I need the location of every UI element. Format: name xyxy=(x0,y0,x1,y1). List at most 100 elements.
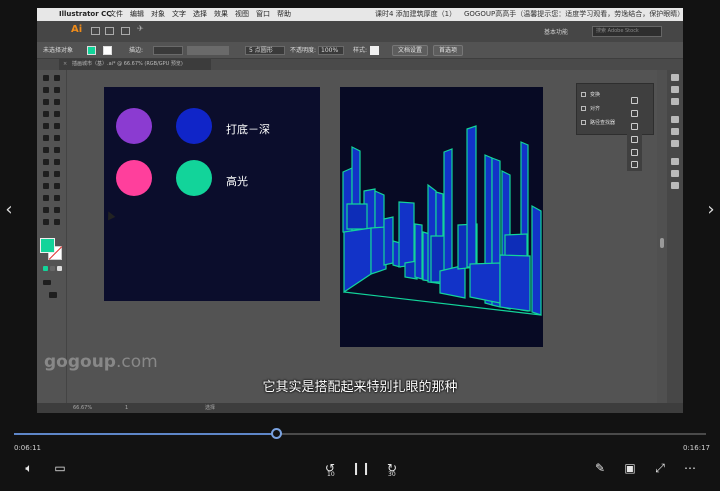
progress-handle[interactable] xyxy=(270,428,282,439)
panel-item-align[interactable]: 对齐 xyxy=(581,104,625,114)
menu-object[interactable]: 对象 xyxy=(151,8,165,21)
paintbrush-tool-icon[interactable] xyxy=(54,123,60,129)
stroke-panel-icon[interactable] xyxy=(671,140,679,147)
symbol-sprayer-tool-icon[interactable] xyxy=(54,207,60,213)
transparency-panel-icon[interactable] xyxy=(671,170,679,177)
curvature-tool-icon[interactable] xyxy=(54,99,60,105)
more-options-icon[interactable]: ⋯ xyxy=(681,459,699,477)
document-setup-button[interactable]: 文档设置 xyxy=(392,45,429,56)
next-arrow-icon[interactable]: › xyxy=(705,201,717,219)
direct-selection-tool-icon[interactable] xyxy=(54,75,60,81)
line-tool-icon[interactable] xyxy=(54,111,60,117)
gradient-mode-icon[interactable] xyxy=(50,266,55,271)
fullscreen-icon[interactable]: ⤢ xyxy=(651,459,669,477)
layers-icon[interactable] xyxy=(631,149,638,156)
vertical-scrollbar[interactable] xyxy=(657,70,667,403)
menu-window[interactable]: 窗口 xyxy=(256,8,270,21)
libraries-panel-icon[interactable] xyxy=(671,128,679,135)
drawing-mode-icon[interactable] xyxy=(43,280,51,285)
graphic-style-swatch[interactable] xyxy=(370,46,379,55)
screen-mode-icon[interactable] xyxy=(49,292,57,298)
stroke-weight-field[interactable] xyxy=(153,46,183,55)
stock-search-input[interactable]: 搜索 Adobe Stock xyxy=(592,26,662,37)
mesh-tool-icon[interactable] xyxy=(54,183,60,189)
skip-back-button[interactable]: ↺ 10 xyxy=(320,459,340,478)
shape-builder-tool-icon[interactable] xyxy=(54,171,60,177)
color-panel-icon[interactable] xyxy=(671,74,679,81)
previous-arrow-icon[interactable]: ‹ xyxy=(3,201,15,219)
menu-effect[interactable]: 效果 xyxy=(214,8,228,21)
artboard-number[interactable]: 1 xyxy=(125,403,128,413)
type-tool-icon[interactable] xyxy=(43,111,49,117)
label-highlight: 高光 xyxy=(226,175,248,188)
bridge-icon[interactable] xyxy=(91,27,100,35)
properties-panel-icon[interactable] xyxy=(671,116,679,123)
pencil-tool-icon[interactable] xyxy=(54,135,60,141)
brush-definition[interactable]: 5 点圆形 xyxy=(245,46,285,55)
artboard-color-palette[interactable]: 打底－深 高光 xyxy=(104,87,320,301)
preferences-button[interactable]: 首选项 xyxy=(433,45,464,56)
control-bar: 未选择对象 描边: 5 点圆形 不透明度: 100% 样式: 文档设置 首选项 xyxy=(37,42,683,59)
brushes-icon[interactable] xyxy=(631,110,638,117)
scrollbar-thumb[interactable] xyxy=(660,238,664,248)
menu-type[interactable]: 文字 xyxy=(172,8,186,21)
layout-icon[interactable] xyxy=(121,27,130,35)
scale-tool-icon[interactable] xyxy=(43,159,49,165)
lasso-tool-icon[interactable] xyxy=(54,87,60,93)
rectangle-tool-icon[interactable] xyxy=(43,123,49,129)
opacity-field[interactable]: 100% xyxy=(318,46,344,55)
menu-app-name[interactable]: Illustrator CC xyxy=(59,8,111,21)
variable-width-profile[interactable] xyxy=(187,46,229,55)
volume-icon[interactable]: 🔈︎ xyxy=(20,459,38,477)
progress-bar[interactable] xyxy=(14,433,706,435)
gradient-tool-icon[interactable] xyxy=(43,195,49,201)
blend-tool-icon[interactable] xyxy=(43,207,49,213)
workspace-switcher[interactable]: 基本功能 xyxy=(544,27,568,36)
fill-swatch[interactable] xyxy=(40,238,55,253)
document-tab[interactable]: × 插画城市（基）.ai* @ 66.67% (RGB/GPU 预览) xyxy=(59,59,211,70)
artboard-city-illustration[interactable] xyxy=(340,87,543,347)
mini-player-icon[interactable]: ▣ xyxy=(621,459,639,477)
menu-help[interactable]: 帮助 xyxy=(277,8,291,21)
building-facade xyxy=(343,227,372,294)
color-guide-icon[interactable] xyxy=(671,98,679,105)
panel-item-transform[interactable]: 变换 xyxy=(581,90,625,100)
rotate-tool-icon[interactable] xyxy=(54,147,60,153)
symbols-icon[interactable] xyxy=(631,123,638,130)
menu-file[interactable]: 文件 xyxy=(109,8,123,21)
artboards-icon[interactable] xyxy=(631,161,638,168)
panel-item-pathfinder[interactable]: 路径查找器 xyxy=(581,118,625,128)
none-mode-icon[interactable] xyxy=(57,266,62,271)
menu-select[interactable]: 选择 xyxy=(193,8,207,21)
free-transform-tool-icon[interactable] xyxy=(43,171,49,177)
hand-tool-icon[interactable] xyxy=(54,219,60,225)
color-mode-icon[interactable] xyxy=(43,266,48,271)
subtitles-icon[interactable]: ▭ xyxy=(51,459,69,477)
close-tab-icon[interactable]: × xyxy=(63,59,67,70)
character-panel-icon[interactable] xyxy=(671,182,679,189)
skip-forward-button[interactable]: ↻ 30 xyxy=(382,459,402,478)
swatches-panel-icon[interactable] xyxy=(671,86,679,93)
feather-icon[interactable]: ✈ xyxy=(137,24,146,33)
arrange-documents-icon[interactable] xyxy=(105,27,114,35)
magic-wand-tool-icon[interactable] xyxy=(43,87,49,93)
pathfinder-icon xyxy=(581,120,586,125)
eyedropper-tool-icon[interactable] xyxy=(54,195,60,201)
selection-tool-icon[interactable] xyxy=(43,75,49,81)
pen-tool-icon[interactable] xyxy=(43,99,49,105)
pause-icon[interactable]: ❙❙ xyxy=(351,459,371,477)
gradient-panel-icon[interactable] xyxy=(671,158,679,165)
stroke-color-swatch[interactable] xyxy=(103,46,112,55)
zoom-level[interactable]: 66.67% xyxy=(73,403,92,413)
appearance-icon[interactable] xyxy=(631,97,638,104)
perspective-grid-tool-icon[interactable] xyxy=(43,183,49,189)
menu-view[interactable]: 视图 xyxy=(235,8,249,21)
pen-icon[interactable]: ✎ xyxy=(591,459,609,477)
graphic-styles-icon[interactable] xyxy=(631,136,638,143)
shaper-tool-icon[interactable] xyxy=(43,135,49,141)
fill-color-swatch[interactable] xyxy=(87,46,96,55)
eraser-tool-icon[interactable] xyxy=(43,147,49,153)
width-tool-icon[interactable] xyxy=(54,159,60,165)
menu-edit[interactable]: 编辑 xyxy=(130,8,144,21)
artboard-tool-icon[interactable] xyxy=(43,219,49,225)
